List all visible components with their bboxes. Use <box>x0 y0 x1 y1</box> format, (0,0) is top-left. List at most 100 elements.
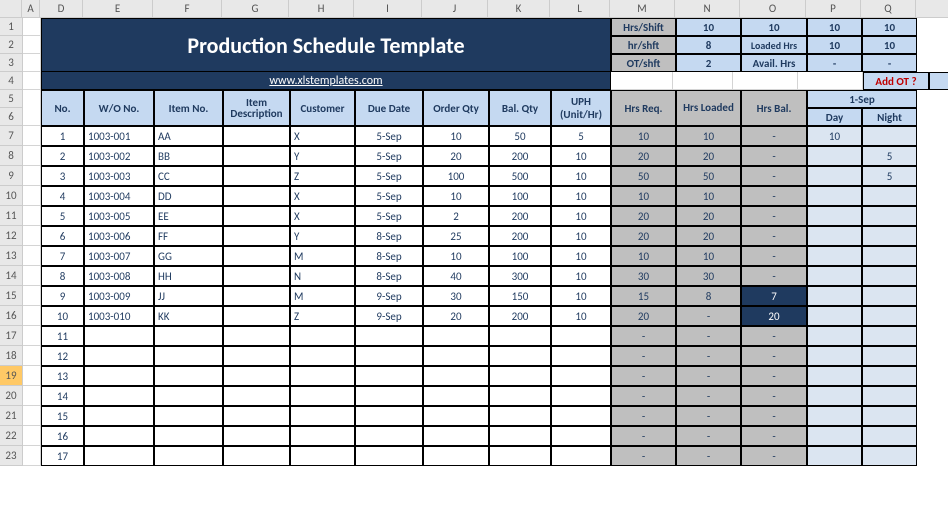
cell-hreq[interactable]: 20 <box>611 226 676 246</box>
col-header-L[interactable]: L <box>550 0 610 17</box>
cell-wo[interactable] <box>84 406 154 426</box>
cell-uph[interactable] <box>551 346 611 366</box>
cell-uph[interactable]: 10 <box>551 226 611 246</box>
cell-uph[interactable]: 10 <box>551 166 611 186</box>
cell-due[interactable]: 5-Sep <box>355 146 423 166</box>
cell-due[interactable]: 9-Sep <box>355 306 423 326</box>
cell-item[interactable]: KK <box>154 306 223 326</box>
cell-hreq[interactable]: - <box>611 366 676 386</box>
cell-oqty[interactable] <box>423 366 489 386</box>
cell-day[interactable] <box>807 266 862 286</box>
cell-day[interactable] <box>807 326 862 346</box>
cell-bqty[interactable]: 200 <box>489 206 551 226</box>
cell-due[interactable]: 8-Sep <box>355 226 423 246</box>
cell-due[interactable] <box>355 446 423 466</box>
row-header-17[interactable]: 17 <box>0 326 22 346</box>
cell-hreq[interactable]: - <box>611 426 676 446</box>
cell-cust[interactable]: Y <box>290 226 355 246</box>
cell-wo[interactable]: 1003-010 <box>84 306 154 326</box>
cell-cust[interactable]: X <box>290 206 355 226</box>
avail-hrs-p[interactable]: - <box>807 54 862 72</box>
cell-hreq[interactable]: 30 <box>611 266 676 286</box>
cell-hload[interactable]: - <box>676 406 741 426</box>
cell-wo[interactable]: 1003-008 <box>84 266 154 286</box>
cell-item[interactable] <box>154 446 223 466</box>
cell-hload[interactable]: - <box>676 346 741 366</box>
cell-cust[interactable] <box>290 366 355 386</box>
cell-cust[interactable]: X <box>290 126 355 146</box>
cell-hbal[interactable]: - <box>741 266 807 286</box>
cell-hload[interactable]: 20 <box>676 206 741 226</box>
cell-no[interactable]: 10 <box>41 306 84 326</box>
cell-no[interactable]: 17 <box>41 446 84 466</box>
cell-night[interactable] <box>862 406 917 426</box>
cell-hbal[interactable]: - <box>741 426 807 446</box>
avail-hrs-q[interactable]: - <box>862 54 917 72</box>
cell-item[interactable]: AA <box>154 126 223 146</box>
row-header-12[interactable]: 12 <box>0 226 22 246</box>
add-ot-p[interactable]: Y <box>929 72 948 90</box>
cell-item[interactable]: HH <box>154 266 223 286</box>
cell-night[interactable] <box>862 226 917 246</box>
cell-uph[interactable] <box>551 406 611 426</box>
cell-wo[interactable] <box>84 326 154 346</box>
cell-hbal[interactable]: - <box>741 326 807 346</box>
cell-hreq[interactable]: 10 <box>611 246 676 266</box>
cell-due[interactable]: 8-Sep <box>355 266 423 286</box>
cell-day[interactable] <box>807 206 862 226</box>
cell-due[interactable] <box>355 346 423 366</box>
cell-uph[interactable]: 10 <box>551 206 611 226</box>
cell-item[interactable] <box>154 426 223 446</box>
cell-day[interactable] <box>807 426 862 446</box>
cell-item[interactable]: CC <box>154 166 223 186</box>
cell-hreq[interactable]: - <box>611 326 676 346</box>
cell-oqty[interactable] <box>423 406 489 426</box>
cell-due[interactable] <box>355 426 423 446</box>
cell-day[interactable] <box>807 146 862 166</box>
row-header-20[interactable]: 20 <box>0 386 22 406</box>
link-banner[interactable]: www.xlstemplates.com <box>41 72 611 90</box>
cell-hbal[interactable]: - <box>741 206 807 226</box>
cell-hload[interactable]: 8 <box>676 286 741 306</box>
cell-bqty[interactable] <box>489 406 551 426</box>
cell-night[interactable] <box>862 426 917 446</box>
cell-no[interactable]: 6 <box>41 226 84 246</box>
cell-hreq[interactable]: - <box>611 386 676 406</box>
cell-bqty[interactable]: 200 <box>489 306 551 326</box>
cell-oqty[interactable]: 25 <box>423 226 489 246</box>
cell-desc[interactable] <box>223 126 290 146</box>
cell-night[interactable] <box>862 246 917 266</box>
cell-hload[interactable]: - <box>676 366 741 386</box>
cell-cust[interactable] <box>290 326 355 346</box>
row-header-3[interactable]: 3 <box>0 54 22 72</box>
cell-no[interactable]: 7 <box>41 246 84 266</box>
row-header-10[interactable]: 10 <box>0 186 22 206</box>
cell-cust[interactable]: Z <box>290 166 355 186</box>
row-header-19[interactable]: 19 <box>0 366 22 386</box>
cell-hreq[interactable]: 20 <box>611 146 676 166</box>
cell-hreq[interactable]: 50 <box>611 166 676 186</box>
cell-wo[interactable] <box>84 426 154 446</box>
cell-no[interactable]: 3 <box>41 166 84 186</box>
cell-due[interactable] <box>355 326 423 346</box>
row-header-7[interactable]: 7 <box>0 126 22 146</box>
cell-hbal[interactable]: - <box>741 226 807 246</box>
cell-bqty[interactable]: 150 <box>489 286 551 306</box>
cell-oqty[interactable]: 20 <box>423 146 489 166</box>
cell-night[interactable]: 5 <box>862 146 917 166</box>
cell-desc[interactable] <box>223 326 290 346</box>
cell-oqty[interactable]: 40 <box>423 266 489 286</box>
cell-no[interactable]: 5 <box>41 206 84 226</box>
cell-oqty[interactable] <box>423 426 489 446</box>
loaded-hrs-q[interactable]: 10 <box>862 36 917 54</box>
cell-hbal[interactable]: - <box>741 146 807 166</box>
cell-bqty[interactable] <box>489 426 551 446</box>
cell-hload[interactable]: 10 <box>676 246 741 266</box>
cell-hbal[interactable]: - <box>741 166 807 186</box>
cell-uph[interactable] <box>551 326 611 346</box>
cell-day[interactable] <box>807 166 862 186</box>
col-header-M[interactable]: M <box>610 0 675 17</box>
row-header-9[interactable]: 9 <box>0 166 22 186</box>
cell-desc[interactable] <box>223 386 290 406</box>
hrs-shift-p[interactable]: 10 <box>807 18 862 36</box>
